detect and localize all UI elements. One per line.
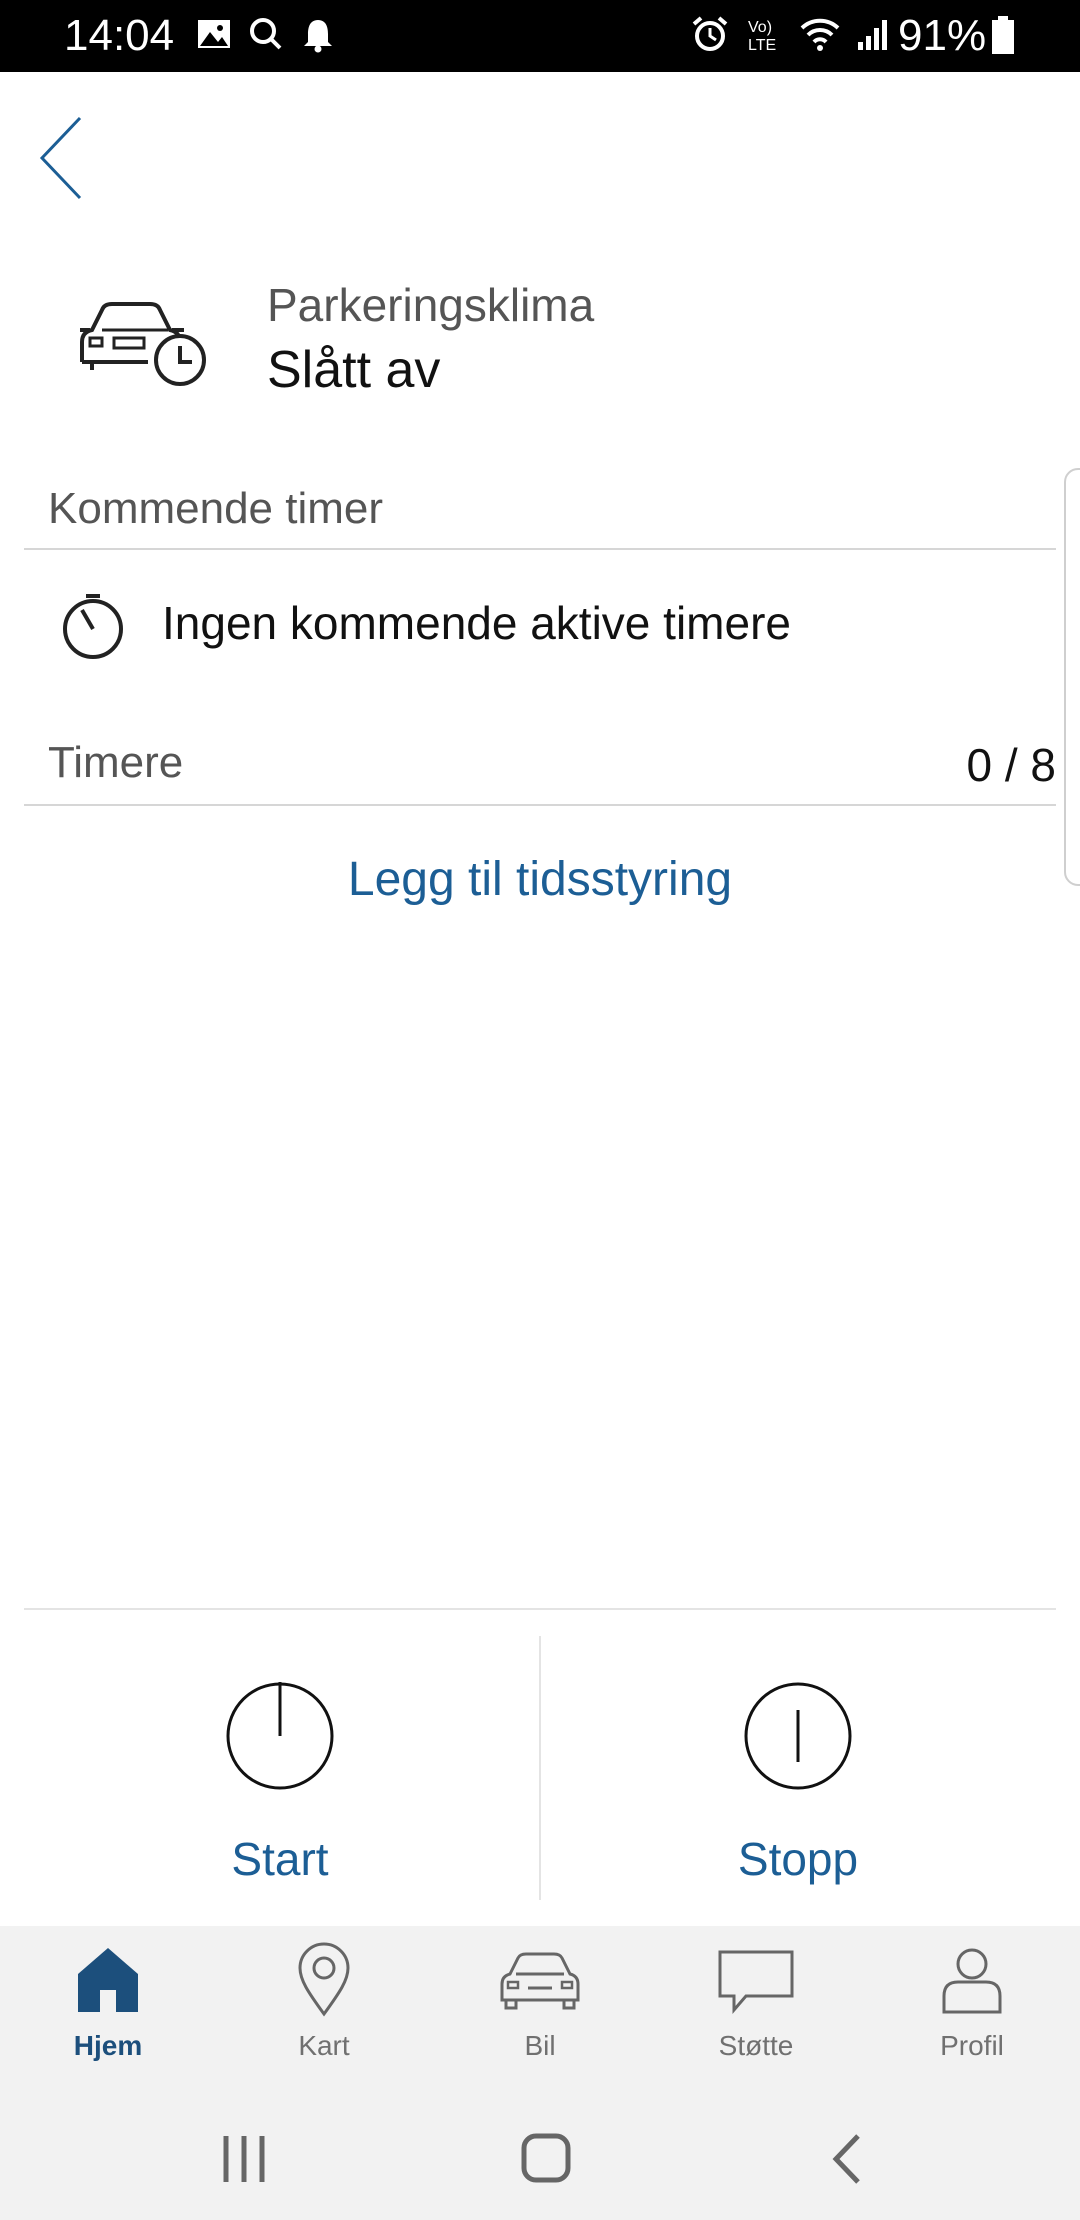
timers-divider: [24, 804, 1056, 806]
back-chevron-icon: [832, 2134, 860, 2184]
wifi-icon: [800, 18, 840, 51]
chat-icon: [718, 1950, 794, 2015]
status-right-icons: Vo) LTE: [690, 14, 892, 54]
nav-label-home: Hjem: [73, 2030, 143, 2061]
bottom-navigation: Hjem Kart Bil Støtte Profil: [0, 1926, 1080, 2086]
add-schedule-link[interactable]: Legg til tidsstyring: [0, 852, 1080, 907]
profile-icon: [942, 1948, 1002, 2014]
feature-title: Parkeringsklima: [267, 279, 595, 331]
power-icon: [226, 1682, 334, 1790]
nav-item-map[interactable]: Kart: [216, 1926, 432, 2086]
feature-status: Slått av: [267, 341, 441, 399]
alarm-icon: [692, 16, 728, 51]
stop-icon: [744, 1682, 852, 1790]
car-icon: [500, 1952, 580, 2010]
timer-count: 0 / 8: [966, 739, 1056, 791]
status-bar: 14:04 Vo) LTE 91%: [0, 0, 1080, 72]
chevron-left-icon: [39, 116, 82, 200]
home-icon: [78, 1948, 138, 2012]
nav-label-car: Bil: [524, 2030, 556, 2061]
signal-icon: [858, 20, 887, 50]
bell-icon: [304, 20, 332, 53]
status-time: 14:04: [64, 11, 175, 60]
timers-label: Timere: [48, 738, 184, 787]
nav-item-profile[interactable]: Profil: [864, 1926, 1080, 2086]
actions-separator: [539, 1636, 541, 1900]
home-square-icon: [521, 2133, 571, 2183]
nav-item-home[interactable]: Hjem: [0, 1926, 216, 2086]
back-button[interactable]: [30, 108, 100, 208]
status-left-icons: [196, 14, 336, 54]
upcoming-divider: [24, 548, 1056, 550]
start-label: Start: [231, 1833, 329, 1885]
system-back-button[interactable]: [808, 2124, 888, 2194]
stop-button[interactable]: Stopp: [648, 1680, 948, 1886]
recent-apps-icon: [223, 2136, 265, 2182]
nav-item-support[interactable]: Støtte: [648, 1926, 864, 2086]
recent-apps-button[interactable]: [204, 2124, 284, 2194]
battery-percentage: 91%: [898, 11, 987, 60]
nav-label-support: Støtte: [718, 2030, 794, 2061]
stop-label: Stopp: [737, 1833, 859, 1885]
start-button[interactable]: Start: [130, 1680, 430, 1886]
map-pin-icon: [298, 1942, 350, 2017]
nav-item-car[interactable]: Bil: [432, 1926, 648, 2086]
nav-label-profile: Profil: [940, 2030, 1004, 2061]
side-panel-handle[interactable]: [1064, 468, 1080, 886]
system-navigation-bar: [0, 2086, 1080, 2220]
actions-divider: [24, 1608, 1056, 1610]
stopwatch-icon: [63, 594, 123, 659]
home-system-button[interactable]: [506, 2124, 586, 2194]
volte-icon: Vo) LTE: [748, 19, 776, 54]
empty-timers-text: Ingen kommende aktive timere: [162, 597, 791, 649]
search-icon: [250, 18, 282, 50]
svg-text:LTE: LTE: [748, 37, 776, 54]
car-timer-icon: [80, 302, 206, 386]
nav-label-map: Kart: [298, 2030, 350, 2061]
upcoming-timers-label: Kommende timer: [48, 484, 384, 533]
svg-text:Vo): Vo): [748, 19, 772, 36]
battery-icon: [992, 16, 1014, 54]
image-icon: [198, 20, 230, 48]
